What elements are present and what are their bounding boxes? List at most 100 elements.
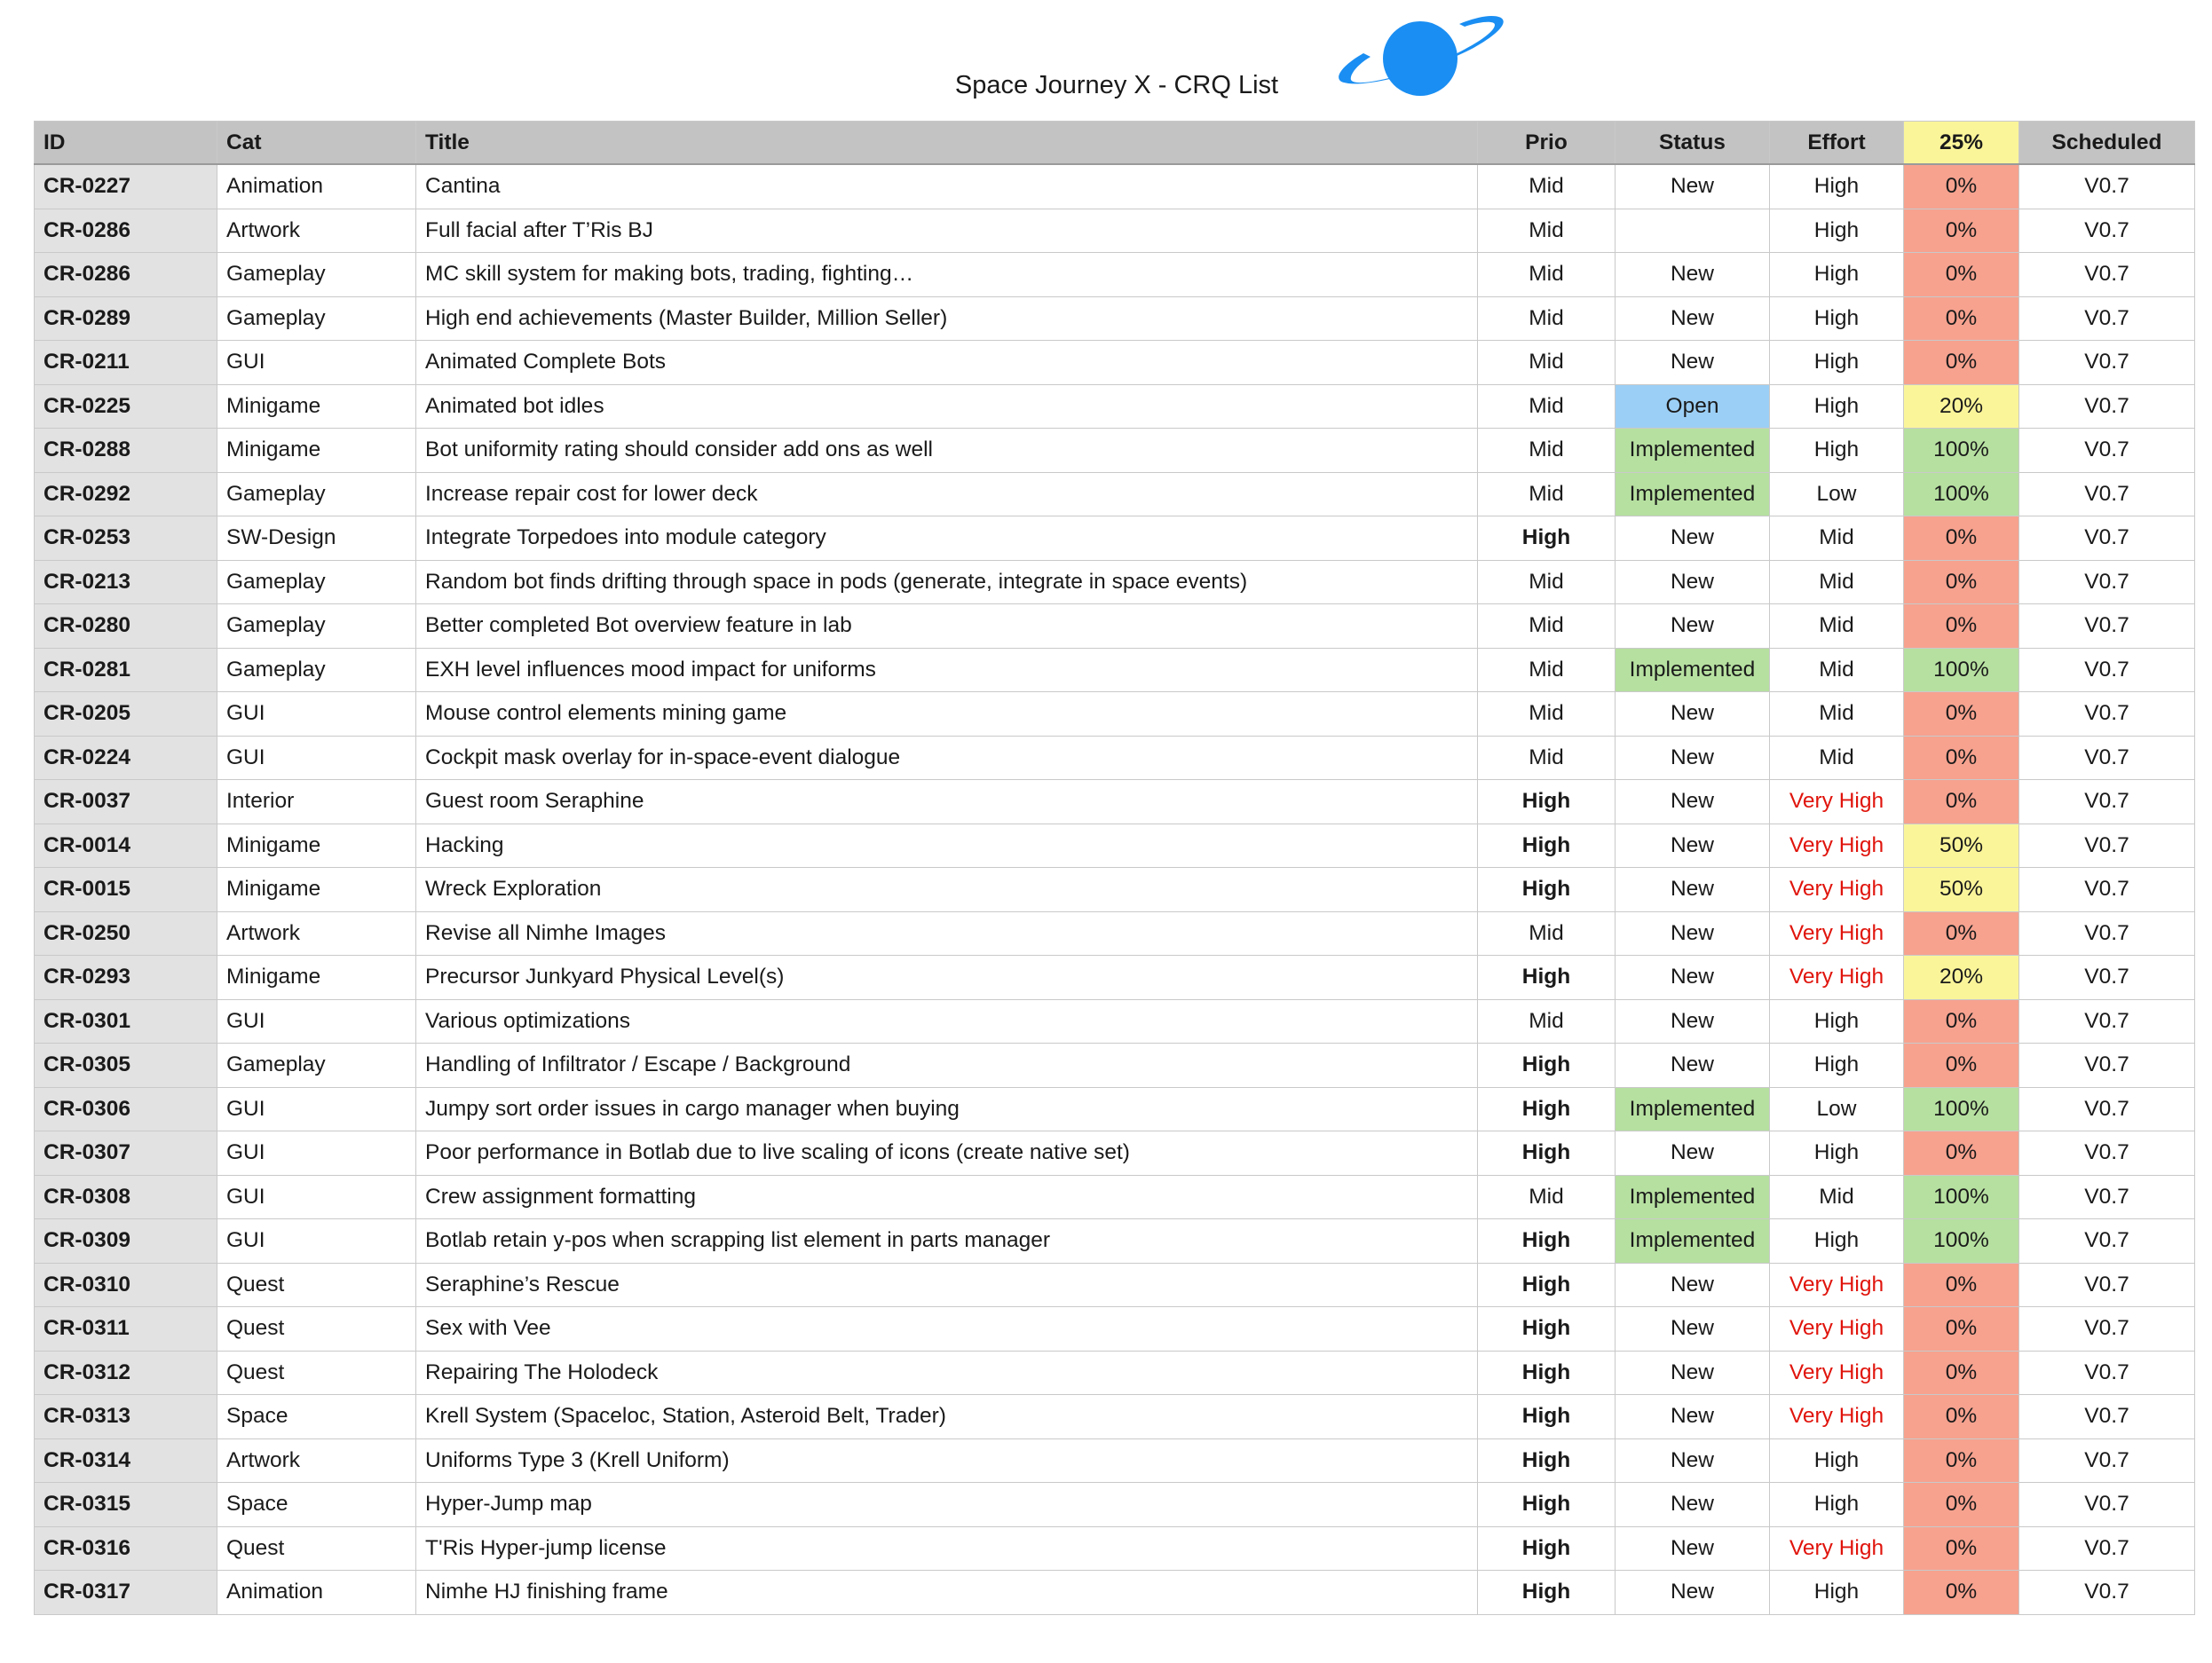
- cell-scheduled[interactable]: V0.7: [2018, 603, 2195, 649]
- cell-id[interactable]: CR-0315: [34, 1482, 217, 1527]
- cell-effort[interactable]: Mid: [1769, 735, 1904, 780]
- cell-title[interactable]: Precursor Junkyard Physical Level(s): [415, 955, 1478, 1000]
- cell-priority[interactable]: High: [1477, 1218, 1616, 1264]
- table-row[interactable]: CR-0316 Quest T'Ris Hyper-jump license High…: [34, 1525, 2195, 1571]
- cell-id[interactable]: CR-0227: [34, 163, 217, 209]
- cell-progress[interactable]: 0%: [1903, 340, 2019, 385]
- cell-scheduled[interactable]: V0.7: [2018, 1350, 2195, 1395]
- cell-status[interactable]: New: [1615, 603, 1770, 649]
- cell-id[interactable]: CR-0288: [34, 428, 217, 473]
- cell-title[interactable]: Random bot finds drifting through space …: [415, 559, 1478, 604]
- cell-priority[interactable]: High: [1477, 1482, 1616, 1527]
- cell-effort[interactable]: Mid: [1769, 559, 1904, 604]
- cell-category[interactable]: Minigame: [217, 428, 416, 473]
- cell-id[interactable]: CR-0250: [34, 910, 217, 956]
- cell-effort[interactable]: High: [1769, 1570, 1904, 1615]
- cell-scheduled[interactable]: V0.7: [2018, 471, 2195, 516]
- cell-effort[interactable]: Very High: [1769, 1262, 1904, 1307]
- cell-title[interactable]: Cockpit mask overlay for in-space-event …: [415, 735, 1478, 780]
- cell-title[interactable]: Hacking: [415, 823, 1478, 868]
- cell-priority[interactable]: High: [1477, 955, 1616, 1000]
- cell-title[interactable]: Botlab retain y-pos when scrapping list …: [415, 1218, 1478, 1264]
- cell-scheduled[interactable]: V0.7: [2018, 1262, 2195, 1307]
- cell-priority[interactable]: Mid: [1477, 603, 1616, 649]
- cell-priority[interactable]: Mid: [1477, 998, 1616, 1044]
- cell-title[interactable]: Repairing The Holodeck: [415, 1350, 1478, 1395]
- cell-scheduled[interactable]: V0.7: [2018, 340, 2195, 385]
- cell-progress[interactable]: 0%: [1903, 252, 2019, 297]
- cell-id[interactable]: CR-0281: [34, 647, 217, 692]
- cell-priority[interactable]: High: [1477, 1262, 1616, 1307]
- cell-priority[interactable]: Mid: [1477, 559, 1616, 604]
- cell-scheduled[interactable]: V0.7: [2018, 252, 2195, 297]
- table-row[interactable]: CR-0289 Gameplay High end achievements (Ma…: [34, 296, 2195, 341]
- cell-effort[interactable]: High: [1769, 1043, 1904, 1088]
- cell-scheduled[interactable]: V0.7: [2018, 867, 2195, 912]
- cell-scheduled[interactable]: V0.7: [2018, 296, 2195, 341]
- header-cat[interactable]: Cat: [217, 121, 416, 165]
- cell-progress[interactable]: 0%: [1903, 1043, 2019, 1088]
- cell-progress[interactable]: 100%: [1903, 1086, 2019, 1131]
- header-title[interactable]: Title: [415, 121, 1478, 165]
- cell-priority[interactable]: Mid: [1477, 163, 1616, 209]
- table-row[interactable]: CR-0227 Animation Cantina Mid New High 0% V0.7: [34, 163, 2195, 209]
- table-row[interactable]: CR-0037 Interior Guest room Seraphine High N…: [34, 779, 2195, 824]
- cell-id[interactable]: CR-0310: [34, 1262, 217, 1307]
- cell-progress[interactable]: 0%: [1903, 208, 2019, 253]
- cell-progress[interactable]: 100%: [1903, 647, 2019, 692]
- cell-progress[interactable]: 100%: [1903, 428, 2019, 473]
- cell-scheduled[interactable]: V0.7: [2018, 998, 2195, 1044]
- cell-category[interactable]: Interior: [217, 779, 416, 824]
- cell-effort[interactable]: Very High: [1769, 1525, 1904, 1571]
- cell-category[interactable]: GUI: [217, 1131, 416, 1176]
- table-row[interactable]: CR-0253 SW-Design Integrate Torpedoes into…: [34, 516, 2195, 561]
- cell-priority[interactable]: High: [1477, 1438, 1616, 1483]
- header-id[interactable]: ID: [34, 121, 217, 165]
- cell-progress[interactable]: 0%: [1903, 1438, 2019, 1483]
- cell-category[interactable]: GUI: [217, 1174, 416, 1219]
- cell-category[interactable]: Gameplay: [217, 471, 416, 516]
- cell-status[interactable]: New: [1615, 1482, 1770, 1527]
- cell-status[interactable]: New: [1615, 296, 1770, 341]
- cell-title[interactable]: Increase repair cost for lower deck: [415, 471, 1478, 516]
- cell-priority[interactable]: Mid: [1477, 691, 1616, 737]
- cell-priority[interactable]: Mid: [1477, 647, 1616, 692]
- cell-priority[interactable]: Mid: [1477, 1174, 1616, 1219]
- table-row[interactable]: CR-0317 Animation Nimhe HJ finishing frame…: [34, 1570, 2195, 1615]
- cell-title[interactable]: Various optimizations: [415, 998, 1478, 1044]
- cell-priority[interactable]: Mid: [1477, 428, 1616, 473]
- cell-priority[interactable]: Mid: [1477, 471, 1616, 516]
- cell-priority[interactable]: Mid: [1477, 340, 1616, 385]
- cell-priority[interactable]: High: [1477, 823, 1616, 868]
- cell-scheduled[interactable]: V0.7: [2018, 910, 2195, 956]
- cell-scheduled[interactable]: V0.7: [2018, 1043, 2195, 1088]
- cell-effort[interactable]: High: [1769, 383, 1904, 429]
- table-row[interactable]: CR-0286 Artwork Full facial after T’Ris BJ…: [34, 208, 2195, 253]
- cell-id[interactable]: CR-0317: [34, 1570, 217, 1615]
- cell-category[interactable]: Artwork: [217, 910, 416, 956]
- cell-status[interactable]: New: [1615, 1306, 1770, 1352]
- cell-status[interactable]: Implemented: [1615, 1218, 1770, 1264]
- cell-category[interactable]: Animation: [217, 163, 416, 209]
- header-status[interactable]: Status: [1615, 121, 1770, 165]
- cell-status[interactable]: New: [1615, 163, 1770, 209]
- cell-scheduled[interactable]: V0.7: [2018, 1131, 2195, 1176]
- cell-category[interactable]: Minigame: [217, 867, 416, 912]
- cell-progress[interactable]: 0%: [1903, 779, 2019, 824]
- cell-progress[interactable]: 0%: [1903, 910, 2019, 956]
- cell-status[interactable]: New: [1615, 735, 1770, 780]
- cell-priority[interactable]: Mid: [1477, 252, 1616, 297]
- cell-progress[interactable]: 0%: [1903, 559, 2019, 604]
- cell-effort[interactable]: Very High: [1769, 1394, 1904, 1439]
- cell-effort[interactable]: High: [1769, 998, 1904, 1044]
- cell-status[interactable]: New: [1615, 910, 1770, 956]
- cell-progress[interactable]: 20%: [1903, 383, 2019, 429]
- cell-id[interactable]: CR-0314: [34, 1438, 217, 1483]
- cell-title[interactable]: Revise all Nimhe Images: [415, 910, 1478, 956]
- table-row[interactable]: CR-0225 Minigame Animated bot idles Mid Open…: [34, 383, 2195, 429]
- cell-effort[interactable]: High: [1769, 1218, 1904, 1264]
- cell-progress[interactable]: 20%: [1903, 955, 2019, 1000]
- cell-scheduled[interactable]: V0.7: [2018, 1306, 2195, 1352]
- cell-effort[interactable]: High: [1769, 163, 1904, 209]
- cell-title[interactable]: Krell System (Spaceloc, Station, Asteroi…: [415, 1394, 1478, 1439]
